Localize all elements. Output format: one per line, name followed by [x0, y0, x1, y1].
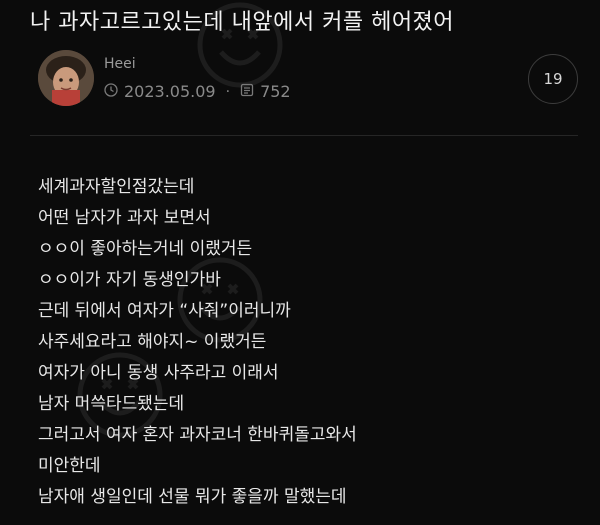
author-name[interactable]: Heei [104, 56, 136, 72]
body-line: 남자 머쓱타드됐는데 [38, 394, 185, 414]
body-line: 그러고서 여자 혼자 과자코너 한바퀴돌고와서 [38, 425, 357, 445]
post-body: 세계과자할인점갔는데 어떤 남자가 과자 보면서 ㅇㅇ이 좋아하는거네 이랬거든… [38, 172, 357, 513]
body-line: ㅇㅇ이 좋아하는거네 이랬거든 [38, 239, 253, 259]
post-date: 2023.05.09 [124, 82, 216, 101]
views-icon [240, 82, 254, 101]
view-count: 752 [260, 82, 291, 101]
body-line: 어떤 남자가 과자 보면서 [38, 208, 211, 228]
avatar[interactable] [38, 50, 94, 106]
clock-icon [104, 82, 118, 101]
post-title: 나 과자고르고있는데 내앞에서 커플 헤어졌어 [30, 10, 455, 35]
post-meta-line: 2023.05.09 · 752 [104, 82, 291, 101]
divider [30, 135, 578, 136]
post-meta: Heei 2023.05.09 · 752 19 [38, 50, 578, 110]
meta-separator: · [225, 83, 231, 100]
body-line: ㅇㅇ이가 자기 동생인가바 [38, 270, 221, 290]
body-line: 여자가 아니 동생 사주라고 이래서 [38, 363, 279, 383]
comment-count-button[interactable]: 19 [528, 54, 578, 104]
body-line: 미안한데 [38, 456, 101, 476]
body-line: 남자애 생일인데 선물 뭐가 좋을까 말했는데 [38, 487, 347, 507]
body-line: 근데 뒤에서 여자가 “사줘”이러니까 [38, 301, 291, 321]
body-line: 세계과자할인점갔는데 [38, 177, 195, 197]
body-line: 사주세요라고 해야지~ 이랬거든 [38, 332, 267, 352]
